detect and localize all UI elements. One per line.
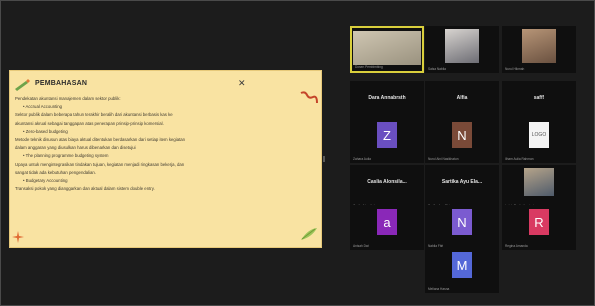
- participant-avatar: LOGO: [529, 122, 549, 148]
- participant-video: [353, 31, 421, 65]
- slide-text-line: Upaya untuk mengintegrasikan tindakan tu…: [15, 161, 185, 167]
- participant-tile[interactable]: N Nabila Fitri: [425, 205, 499, 250]
- participant-name-label: Regina Amanda: [505, 244, 528, 248]
- participant-tile[interactable]: Z Zahara Aulia: [350, 118, 424, 163]
- slide-close-mark: ✕: [238, 78, 246, 88]
- participant-display-name: Caslia Alonsila...: [367, 179, 407, 185]
- participant-name-label: Ilham Aulia Rahman: [505, 157, 534, 161]
- slide-text-line: Metode teknik disusun atas biaya aktual …: [15, 137, 186, 143]
- slide-bullet-line: • Budgetary Accounting: [23, 178, 68, 184]
- participant-avatar: a: [377, 209, 397, 235]
- participant-avatar: N: [452, 122, 472, 148]
- participant-display-name: Sartika Ayu Ela...: [441, 179, 483, 185]
- shared-slide: PEMBAHASAN ✕ Pendekatan akuntansi manaje…: [9, 70, 322, 248]
- participant-tile[interactable]: a Anisah Dwi: [350, 205, 424, 250]
- slide-text-line: Transaksi pokok yang dianggarkan dan akt…: [15, 186, 155, 192]
- participant-video: [445, 29, 479, 63]
- pencil-doodle-icon: [15, 79, 30, 91]
- participant-tile[interactable]: Dosen Pembimbing: [350, 26, 424, 73]
- slide-text-line: Sektor publik dalam beberapa tahun terak…: [15, 112, 173, 118]
- participant-name-label: Nurul Hikmah: [505, 67, 525, 71]
- splitter-handle[interactable]: [323, 156, 325, 162]
- participant-tile[interactable]: R Regina Amanda: [502, 205, 576, 250]
- participant-tile[interactable]: Indah Pratiwi Lestari: [502, 165, 576, 210]
- slide-text-line: Pendekatan akuntansi manajemen dalam sek…: [15, 96, 121, 101]
- slide-text-line: sangat tidak ada kebutuhan pengendalian.: [15, 169, 96, 175]
- participant-name-label: Nurul Aini Nasikhatun: [428, 157, 459, 161]
- participant-tile[interactable]: Nurul Hikmah: [502, 26, 576, 73]
- participant-name-label: Salsa Nabila: [428, 67, 446, 71]
- participant-video: [522, 29, 556, 63]
- slide-bullet-line: • Accrual Accounting: [23, 104, 63, 110]
- participant-name-label: Anisah Dwi: [353, 244, 369, 248]
- participant-display-name: saff!: [533, 95, 545, 101]
- participant-avatar: M: [452, 252, 472, 278]
- participant-tile[interactable]: M Meliana Hasna: [425, 248, 499, 293]
- participant-display-name: Dara Annabrsth: [368, 95, 406, 101]
- slide-title: PEMBAHASAN: [35, 80, 88, 87]
- participant-display-name: Alfia: [456, 95, 468, 101]
- participant-name-label: Zahara Aulia: [353, 157, 371, 161]
- participant-tile[interactable]: N Nurul Aini Nasikhatun: [425, 118, 499, 163]
- participant-avatar: Z: [377, 122, 397, 148]
- slide-text-line: dalam anggaran yang diusulkan harus dibe…: [15, 145, 136, 151]
- slide-body: Pendekatan akuntansi manajemen dalam sek…: [15, 95, 315, 193]
- participant-avatar: N: [452, 209, 472, 235]
- participant-name-label: Meliana Hasna: [428, 287, 450, 291]
- participant-tile[interactable]: LOGO Ilham Aulia Rahman: [502, 118, 576, 163]
- star-doodle-icon: [12, 231, 24, 243]
- meeting-window: PEMBAHASAN ✕ Pendekatan akuntansi manaje…: [0, 0, 595, 306]
- participant-avatar: R: [529, 209, 549, 235]
- participant-name-label: Dosen Pembimbing: [355, 65, 383, 69]
- slide-text-line: akuntansi akrual sebagai tanggapan atas …: [15, 120, 164, 126]
- participant-video: [524, 168, 554, 196]
- leaf-doodle-icon: [301, 228, 317, 240]
- participant-tile[interactable]: Caslia Alonsila...Caslia Alonsilab: [350, 165, 424, 210]
- participant-tile[interactable]: Sartika Ayu Ela...Sartika Ayu Elaine: [425, 165, 499, 210]
- slide-bullet-line: • The planning programme budgeting syste…: [23, 153, 109, 159]
- slide-bullet-line: • Zero-based budgeting: [23, 128, 68, 134]
- participant-tile[interactable]: Salsa Nabila: [425, 26, 499, 73]
